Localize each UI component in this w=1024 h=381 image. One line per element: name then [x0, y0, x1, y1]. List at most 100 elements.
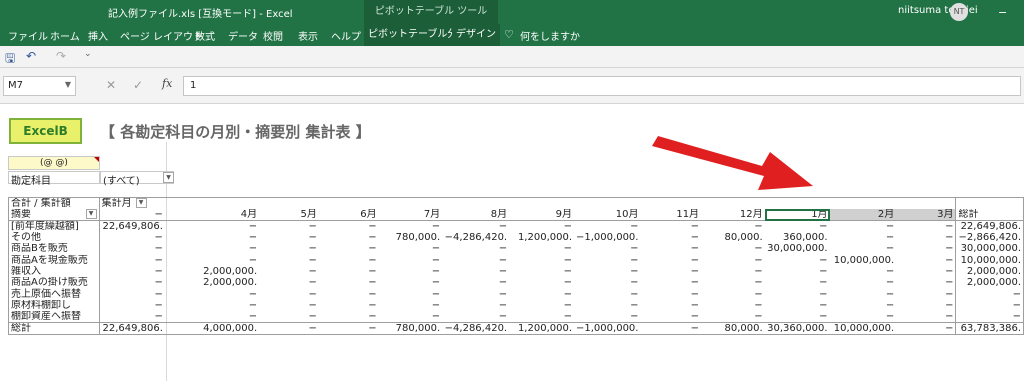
value-cell[interactable]: − [165, 300, 259, 311]
comment-cell[interactable]: (@ @) [8, 156, 100, 170]
value-cell[interactable]: − [319, 311, 379, 323]
month-header[interactable]: 6月 [318, 209, 379, 221]
tab-home[interactable]: ホーム [50, 28, 80, 43]
customize-qat-icon[interactable]: ⌄ [84, 49, 92, 59]
value-cell[interactable]: − [319, 277, 379, 288]
row-field-dropdown-icon[interactable]: ▼ [85, 209, 97, 219]
value-cell[interactable]: 80,000. [701, 232, 765, 243]
value-cell[interactable]: − [574, 266, 640, 277]
tab-design[interactable]: デザイン [452, 24, 500, 46]
total-cell[interactable]: 80,000. [701, 322, 765, 336]
value-cell[interactable]: − [574, 311, 640, 323]
month-header[interactable]: 7月 [378, 209, 443, 221]
undo-icon[interactable]: ↶ [26, 49, 36, 63]
value-cell[interactable]: −4,286,420. [442, 232, 509, 243]
month-header[interactable]: 1月 [764, 209, 830, 221]
value-cell[interactable]: − [442, 311, 509, 323]
month-header[interactable]: 8月 [442, 209, 510, 221]
value-cell[interactable]: − [640, 243, 701, 254]
value-cell[interactable]: − [379, 243, 443, 254]
value-cell[interactable]: − [830, 243, 897, 254]
value-cell[interactable]: − [98, 265, 165, 278]
value-cell[interactable]: − [319, 243, 379, 254]
value-cell[interactable]: − [442, 255, 509, 266]
total-cell[interactable]: −1,000,000. [574, 322, 641, 336]
value-cell[interactable]: − [640, 255, 701, 266]
value-cell[interactable]: − [765, 288, 830, 300]
value-cell[interactable]: 10,000,000. [830, 255, 897, 266]
value-cell[interactable]: − [830, 232, 897, 243]
tab-view[interactable]: 表示 [298, 28, 318, 43]
value-cell[interactable]: − [765, 266, 830, 277]
total-cell[interactable]: − [896, 322, 956, 336]
value-cell[interactable]: − [765, 311, 830, 323]
value-cell[interactable]: − [442, 221, 509, 233]
value-cell[interactable]: − [574, 243, 640, 254]
value-cell[interactable]: − [896, 311, 956, 323]
row-label[interactable]: 商品Aの掛け販売 [8, 277, 100, 289]
worksheet[interactable]: ExcelB 【 各勘定科目の月別・摘要別 集計表 】 (@ @) 勘定科目 (… [0, 104, 1024, 381]
value-cell[interactable]: − [98, 288, 165, 300]
row-total-cell[interactable]: 2,000,000. [955, 265, 1024, 278]
total-cell[interactable]: 30,360,000. [764, 322, 830, 336]
value-cell[interactable]: − [442, 277, 509, 288]
column-field-dropdown-icon[interactable]: ▼ [135, 198, 147, 208]
excelb-logo-button[interactable]: ExcelB [9, 118, 82, 144]
month-header[interactable]: 12月 [701, 209, 765, 221]
row-label[interactable]: 商品Aを現金販売 [8, 254, 100, 266]
value-cell[interactable]: − [896, 277, 956, 288]
total-cell[interactable]: − [318, 322, 379, 336]
total-cell[interactable]: 1,200,000. [509, 322, 575, 336]
value-cell[interactable]: − [896, 243, 956, 254]
value-cell[interactable]: − [319, 300, 379, 311]
value-cell[interactable]: − [701, 243, 765, 254]
value-cell[interactable]: − [830, 288, 897, 300]
value-cell[interactable]: − [442, 300, 509, 311]
value-cell[interactable]: − [509, 243, 574, 254]
row-label[interactable]: 商品Bを販売 [8, 243, 100, 255]
row-total-cell[interactable]: − [955, 299, 1024, 312]
value-cell[interactable]: − [98, 311, 165, 323]
total-cell[interactable]: − [259, 322, 319, 336]
value-cell[interactable]: − [442, 266, 509, 277]
value-cell[interactable]: − [379, 221, 443, 233]
value-cell[interactable]: − [98, 254, 165, 266]
value-cell[interactable]: − [896, 221, 956, 233]
tab-review[interactable]: 校閲 [263, 28, 283, 43]
value-cell[interactable]: 30,000,000. [765, 243, 830, 254]
value-cell[interactable]: 2,000,000. [165, 277, 259, 288]
value-cell[interactable]: − [165, 232, 259, 243]
tab-file[interactable]: ファイル [8, 28, 48, 43]
total-cell[interactable]: 10,000,000. [829, 322, 897, 336]
value-cell[interactable]: − [165, 288, 259, 300]
value-cell[interactable]: − [765, 255, 830, 266]
row-label[interactable]: 売上原価へ振替 [8, 288, 100, 300]
value-cell[interactable]: − [896, 232, 956, 243]
insert-function-icon[interactable]: fx [162, 77, 172, 90]
value-cell[interactable]: − [640, 221, 701, 233]
value-cell[interactable]: 2,000,000. [165, 266, 259, 277]
tell-me-search[interactable]: 何をしますか [520, 28, 580, 43]
enter-icon[interactable]: ✓ [133, 78, 143, 92]
total-cell[interactable]: −4,286,420. [442, 322, 510, 336]
value-cell[interactable]: − [640, 288, 701, 300]
row-total-cell[interactable]: 22,649,806. [955, 220, 1024, 232]
pivot-row-field[interactable]: 摘要 ▼ [8, 209, 100, 221]
total-cell[interactable]: − [640, 322, 702, 336]
value-cell[interactable]: − [765, 221, 830, 233]
value-cell[interactable]: − [896, 266, 956, 277]
value-cell[interactable]: − [165, 311, 259, 323]
row-label[interactable]: 雑収入 [8, 265, 100, 278]
value-cell[interactable]: − [259, 288, 319, 300]
value-cell[interactable]: − [98, 299, 165, 312]
value-cell[interactable]: − [259, 255, 319, 266]
row-total-cell[interactable]: 10,000,000. [955, 254, 1024, 266]
minimize-icon[interactable]: − [998, 6, 1007, 19]
value-cell[interactable]: − [701, 277, 765, 288]
name-box[interactable]: M7 ▼ [3, 76, 76, 96]
value-cell[interactable]: − [640, 266, 701, 277]
tab-data[interactable]: データ [228, 28, 258, 43]
value-cell[interactable]: − [574, 300, 640, 311]
value-cell[interactable]: − [701, 311, 765, 323]
value-cell[interactable]: − [98, 277, 165, 289]
